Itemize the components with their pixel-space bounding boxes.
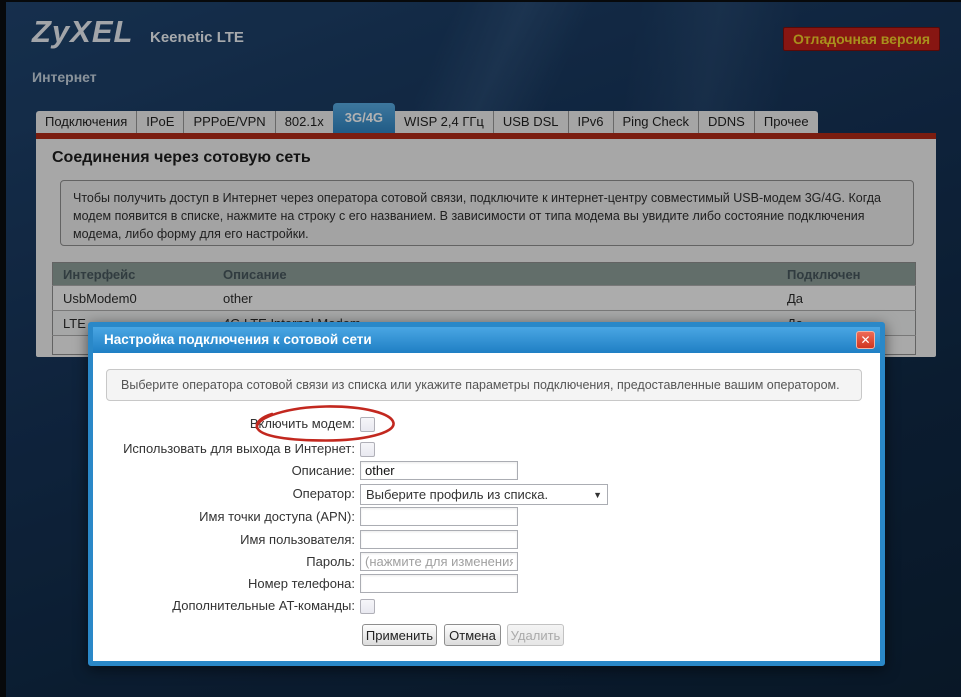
operator-select[interactable]: Выберите профиль из списка. ▼ [360, 484, 608, 505]
enable-modem-label: Включить модем: [249, 416, 355, 431]
apply-button[interactable]: Применить [362, 624, 437, 646]
password-input[interactable] [360, 552, 518, 571]
cancel-button[interactable]: Отмена [444, 624, 501, 646]
form-row-use-internet: Использовать для выхода в Интернет: [93, 439, 733, 459]
operator-select-value: Выберите профиль из списка. [366, 487, 549, 502]
use-internet-checkbox[interactable] [360, 442, 375, 457]
dialog-title: Настройка подключения к сотовой сети [93, 327, 880, 353]
description-input[interactable] [360, 461, 518, 480]
form-row-username: Имя пользователя: [93, 530, 733, 550]
chevron-down-icon: ▼ [593, 489, 602, 500]
at-commands-checkbox[interactable] [360, 599, 375, 614]
form-row-apn: Имя точки доступа (APN): [93, 507, 733, 527]
phone-label: Номер телефона: [248, 576, 355, 591]
apn-input[interactable] [360, 507, 518, 526]
cellular-settings-dialog: Настройка подключения к сотовой сети ✕ В… [88, 322, 885, 666]
form-row-at-commands: Дополнительные AT-команды: [93, 596, 733, 616]
delete-button: Удалить [507, 624, 564, 646]
apn-label: Имя точки доступа (APN): [199, 509, 355, 524]
form-row-password: Пароль: [93, 552, 733, 572]
password-label: Пароль: [306, 554, 355, 569]
phone-input[interactable] [360, 574, 518, 593]
dialog-info-text: Выберите оператора сотовой связи из спис… [106, 369, 862, 401]
dialog-body: Выберите оператора сотовой связи из спис… [93, 353, 880, 661]
at-commands-label: Дополнительные AT-команды: [172, 598, 355, 613]
use-internet-label: Использовать для выхода в Интернет: [123, 441, 355, 456]
operator-label: Оператор: [292, 486, 355, 501]
form-row-operator: Оператор: Выберите профиль из списка. ▼ [93, 484, 733, 505]
close-icon[interactable]: ✕ [856, 331, 875, 349]
form-row-phone: Номер телефона: [93, 574, 733, 594]
enable-modem-checkbox[interactable] [360, 417, 375, 432]
description-label: Описание: [291, 463, 355, 478]
form-row-enable-modem: Включить модем: [93, 414, 733, 434]
username-label: Имя пользователя: [240, 532, 355, 547]
username-input[interactable] [360, 530, 518, 549]
form-row-description: Описание: [93, 461, 733, 481]
